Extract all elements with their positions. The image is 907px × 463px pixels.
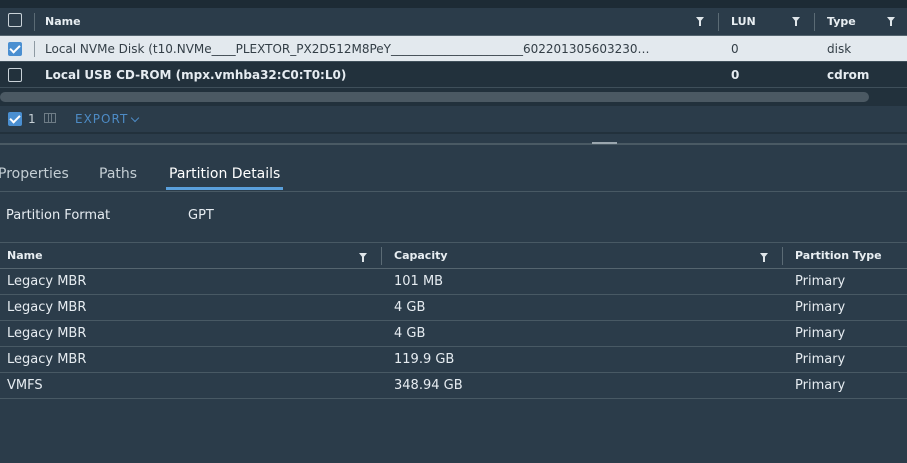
selected-count: 1 <box>28 112 36 126</box>
column-header-partition-type[interactable]: Partition Type <box>795 243 882 269</box>
column-header-type[interactable]: Type <box>827 8 856 36</box>
column-separator <box>34 13 35 31</box>
partition-type: Primary <box>795 378 846 393</box>
column-header-capacity[interactable]: Capacity <box>394 243 448 269</box>
partition-capacity: 4 GB <box>394 326 426 341</box>
partition-format-label: Partition Format <box>6 208 111 223</box>
column-header-lun[interactable]: LUN <box>731 8 756 36</box>
partitions-grid-header: Name Capacity Partition Type <box>0 242 907 269</box>
partitions-grid: Name Capacity Partition Type Legacy MBR … <box>0 242 907 402</box>
selection-checkbox-icon <box>8 112 22 126</box>
device-type: disk <box>827 42 852 56</box>
filter-icon[interactable] <box>696 17 704 26</box>
device-name: Local USB CD-ROM (mpx.vmhba32:C0:T0:L0) <box>45 68 347 82</box>
partition-capacity: 348.94 GB <box>394 378 463 393</box>
column-header-name[interactable]: Name <box>45 8 81 36</box>
partition-name: Legacy MBR <box>7 326 87 341</box>
filter-icon[interactable] <box>887 17 895 26</box>
filter-icon[interactable] <box>760 253 768 262</box>
table-row[interactable]: Legacy MBR 119.9 GB Primary <box>0 347 907 373</box>
pane-divider[interactable] <box>0 143 907 145</box>
chevron-down-icon[interactable] <box>130 113 140 123</box>
column-separator[interactable] <box>814 13 815 31</box>
table-row[interactable]: Legacy MBR 4 GB Primary <box>0 321 907 347</box>
details-tabs: Properties Paths Partition Details <box>0 158 907 192</box>
row-checkbox[interactable] <box>8 68 22 82</box>
device-row-cdrom[interactable]: Local USB CD-ROM (mpx.vmhba32:C0:T0:L0) … <box>0 62 907 88</box>
row-checkbox[interactable] <box>8 42 22 56</box>
devices-grid-header: Name LUN Type <box>0 8 907 36</box>
column-separator[interactable] <box>782 247 783 265</box>
partition-type: Primary <box>795 352 846 367</box>
row-separator <box>34 41 35 57</box>
table-row[interactable]: Legacy MBR 101 MB Primary <box>0 269 907 295</box>
partition-capacity: 119.9 GB <box>394 352 455 367</box>
top-strip <box>0 0 907 8</box>
export-button[interactable]: EXPORT <box>75 106 128 132</box>
select-all-checkbox[interactable] <box>8 13 22 27</box>
partition-name: VMFS <box>7 378 43 393</box>
partition-name: Legacy MBR <box>7 352 87 367</box>
partition-format-value: GPT <box>188 208 214 223</box>
filter-icon[interactable] <box>792 17 800 26</box>
device-row-nvme[interactable]: Local NVMe Disk (t10.NVMe____PLEXTOR_PX2… <box>0 36 907 62</box>
horizontal-scrollbar[interactable] <box>0 92 869 102</box>
tab-paths[interactable]: Paths <box>99 158 137 190</box>
column-separator[interactable] <box>718 13 719 31</box>
partition-type: Primary <box>795 300 846 315</box>
filter-icon[interactable] <box>359 253 367 262</box>
resize-handle[interactable] <box>592 142 617 144</box>
partition-name: Legacy MBR <box>7 300 87 315</box>
column-separator[interactable] <box>381 247 382 265</box>
table-row[interactable]: Legacy MBR 4 GB Primary <box>0 295 907 321</box>
partition-capacity: 101 MB <box>394 274 444 289</box>
column-toggle-icon[interactable] <box>44 113 56 123</box>
device-type: cdrom <box>827 68 870 82</box>
device-lun: 0 <box>731 68 740 82</box>
partition-name: Legacy MBR <box>7 274 87 289</box>
partition-type: Primary <box>795 274 846 289</box>
partition-type: Primary <box>795 326 846 341</box>
table-row[interactable]: VMFS 348.94 GB Primary <box>0 373 907 399</box>
partition-capacity: 4 GB <box>394 300 426 315</box>
tab-partition-details[interactable]: Partition Details <box>166 158 284 190</box>
device-lun: 0 <box>731 42 739 56</box>
device-name: Local NVMe Disk (t10.NVMe____PLEXTOR_PX2… <box>45 42 650 56</box>
devices-grid-footer: 1 EXPORT <box>0 106 907 132</box>
column-header-name[interactable]: Name <box>7 243 43 269</box>
tab-properties[interactable]: Properties <box>0 158 69 190</box>
